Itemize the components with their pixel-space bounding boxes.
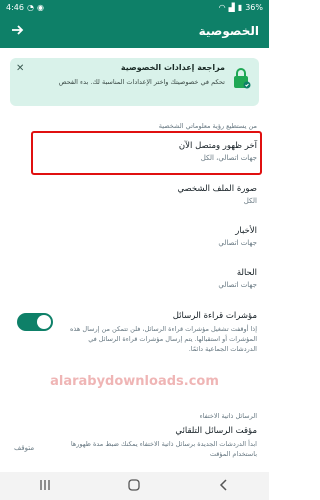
read-receipts-desc: إذا أوقفت تشغيل مؤشرات قراءة الرسائل، فل… [70, 325, 257, 353]
page-title: الخصوصية [198, 24, 259, 38]
lock-icon [233, 68, 251, 90]
last-seen-title: آخر ظهور ومتصل الآن [178, 141, 257, 151]
system-nav-bar [0, 472, 269, 500]
signal-icon: ▟ [228, 2, 235, 12]
status-title: الحالة [236, 268, 257, 278]
default-timer-title: مؤقت الرسائل التلقائي [175, 426, 257, 436]
status-bar: 4:46 ◔ ◉ ◠ ▟ ▮ 36% [0, 0, 269, 14]
whatsapp-icon: ◔ [26, 2, 34, 12]
back-arrow-icon[interactable] [10, 23, 24, 40]
watermark: alarabydownloads.com [50, 374, 219, 389]
banner-text[interactable]: تحكم في خصوصيتك واختر الإعدادات المناسبة… [24, 76, 225, 88]
setting-about[interactable]: الأخبار جهات اتصالي [12, 226, 257, 247]
back-icon[interactable] [218, 478, 230, 494]
setting-last-seen[interactable]: آخر ظهور ومتصل الآن جهات اتصالي، الكل [12, 141, 257, 162]
last-seen-value: جهات اتصالي، الكل [200, 154, 257, 162]
setting-profile-photo[interactable]: صورة الملف الشخصي الكل [12, 184, 257, 205]
about-value: جهات اتصالي [218, 239, 257, 247]
close-icon[interactable]: ✕ [16, 63, 24, 74]
section-disappearing: الرسائل ذاتية الاختفاء [199, 412, 257, 420]
profile-photo-value: الكل [243, 197, 257, 205]
toggle-knob [37, 315, 51, 329]
about-title: الأخبار [235, 226, 257, 236]
recents-icon[interactable] [39, 479, 51, 494]
privacy-checkup-banner[interactable]: ✕ مراجعة إعدادات الخصوصية تحكم في خصوصيت… [10, 58, 259, 106]
notification-icon: ◉ [36, 2, 44, 12]
read-receipts-toggle[interactable] [17, 313, 53, 331]
setting-read-receipts[interactable]: مؤشرات قراءة الرسائل إذا أوقفت تشغيل مؤش… [62, 311, 257, 354]
setting-status[interactable]: الحالة جهات اتصالي [12, 268, 257, 289]
default-timer-value: متوقف [14, 444, 35, 452]
wifi-icon: ◠ [218, 2, 226, 12]
battery-level: 36% [245, 2, 263, 12]
status-value: جهات اتصالي [218, 281, 257, 289]
banner-title: مراجعة إعدادات الخصوصية [120, 63, 225, 72]
default-timer-desc: ابدأ الدردشات الجديدة برسائل ذاتية الاخت… [70, 440, 257, 458]
app-bar: الخصوصية [0, 14, 269, 48]
section-personal-info: من يستطيع رؤية معلوماتي الشخصية [158, 122, 257, 130]
setting-default-timer[interactable]: مؤقت الرسائل التلقائي ابدأ الدردشات الجد… [56, 426, 257, 459]
profile-photo-title: صورة الملف الشخصي [177, 184, 257, 194]
home-icon[interactable] [128, 478, 141, 494]
status-time: 4:46 [6, 2, 24, 12]
battery-icon: ▮ [237, 2, 243, 12]
read-receipts-title: مؤشرات قراءة الرسائل [172, 311, 257, 321]
